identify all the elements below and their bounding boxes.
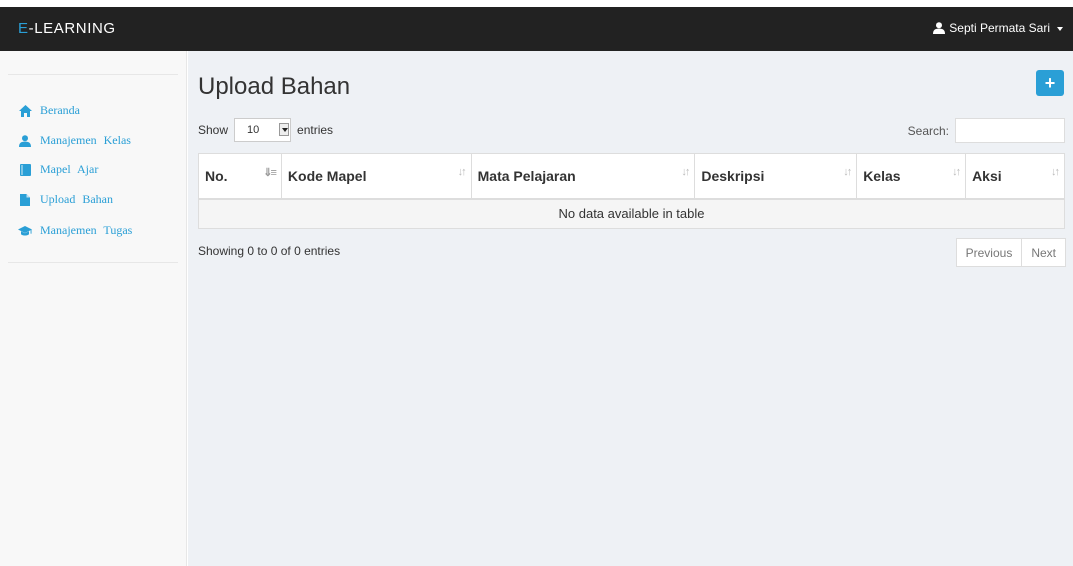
sort-icon: ↓↑ (457, 166, 467, 178)
sidebar-divider-top (8, 74, 178, 75)
sidebar-item-label: Upload Bahan (40, 192, 113, 206)
user-icon (933, 22, 946, 34)
pagination: Previous Next (955, 238, 1066, 267)
user-menu-dropdown[interactable]: Septi Permata Sari (933, 21, 1063, 35)
brand-prefix: E (18, 20, 29, 37)
sidebar-item-label: Manajemen Kelas (40, 133, 131, 147)
sidebar-item-upload-bahan[interactable]: Upload Bahan (18, 192, 113, 207)
data-table: No. ⇓≡ Kode Mapel ↓↑ Mata Pelajaran ↓↑ Desk… (198, 153, 1065, 229)
sort-icon: ↓↑ (952, 166, 961, 178)
main-content: Upload Bahan + Show 10 entries Search: N… (188, 51, 1073, 566)
chevron-down-icon (1057, 27, 1063, 31)
entries-label: entries (297, 123, 334, 137)
page-title: Upload Bahan (198, 73, 351, 100)
top-navbar: E-LEARNING Septi Permata Sari (0, 7, 1073, 51)
sidebar: Beranda Manajemen Kelas Mapel Ajar Uploa… (0, 51, 187, 566)
show-label: Show (198, 123, 229, 137)
column-header-label: Kode Mapel (287, 167, 367, 184)
column-header-mata-pelajaran[interactable]: Mata Pelajaran ↓↑ (470, 153, 696, 200)
entries-length-control: Show 10 entries (198, 118, 333, 142)
brand-text: -LEARNING (28, 20, 116, 37)
user-icon (18, 134, 32, 148)
sidebar-item-beranda[interactable]: Beranda (18, 103, 80, 118)
previous-button[interactable]: Previous (955, 238, 1023, 267)
sort-icon: ↓↑ (843, 166, 852, 178)
sidebar-divider-bottom (8, 262, 178, 263)
column-header-label: Deskripsi (701, 167, 765, 184)
sidebar-item-mapel-ajar[interactable]: Mapel Ajar (18, 162, 98, 177)
column-header-kelas[interactable]: Kelas ↓↑ (856, 153, 967, 200)
table-header-row: No. ⇓≡ Kode Mapel ↓↑ Mata Pelajaran ↓↑ Desk… (198, 153, 1065, 200)
sort-icon: ↓↑ (1051, 166, 1060, 178)
table-info: Showing 0 to 0 of 0 entries (198, 244, 341, 258)
file-icon (18, 193, 32, 207)
sidebar-item-label: Manajemen Tugas (40, 223, 133, 237)
brand-logo[interactable]: E-LEARNING (18, 20, 116, 37)
column-header-deskripsi[interactable]: Deskripsi ↓↑ (694, 153, 858, 200)
home-icon (18, 104, 32, 118)
sidebar-item-label: Beranda (40, 103, 80, 117)
graduation-cap-icon (18, 224, 32, 238)
search-label: Search: (907, 123, 949, 138)
add-button[interactable]: + (1036, 70, 1064, 96)
column-header-label: Mata Pelajaran (477, 167, 576, 184)
next-button[interactable]: Next (1022, 238, 1066, 267)
user-name: Septi Permata Sari (949, 21, 1050, 35)
column-header-label: Kelas (863, 167, 901, 184)
entries-select-wrapper: 10 (234, 118, 292, 142)
book-icon (18, 163, 32, 177)
sort-ascending-icon: ⇓≡ (263, 167, 277, 179)
entries-select[interactable]: 10 (234, 118, 292, 142)
sidebar-item-label: Mapel Ajar (40, 162, 99, 176)
sidebar-item-manajemen-kelas[interactable]: Manajemen Kelas (18, 133, 131, 148)
column-header-aksi[interactable]: Aksi ↓↑ (965, 153, 1065, 200)
sort-icon: ↓↑ (681, 166, 690, 178)
table-row: No data available in table (198, 198, 1065, 229)
table-search: Search: (908, 118, 1065, 143)
search-input[interactable] (955, 118, 1065, 143)
column-header-label: No. (205, 167, 228, 184)
column-header-no[interactable]: No. ⇓≡ (198, 153, 282, 200)
sidebar-item-manajemen-tugas[interactable]: Manajemen Tugas (18, 223, 132, 238)
column-header-label: Aksi (972, 167, 1002, 184)
empty-table-message: No data available in table (198, 198, 1065, 229)
column-header-kode-mapel[interactable]: Kode Mapel ↓↑ (280, 153, 472, 200)
